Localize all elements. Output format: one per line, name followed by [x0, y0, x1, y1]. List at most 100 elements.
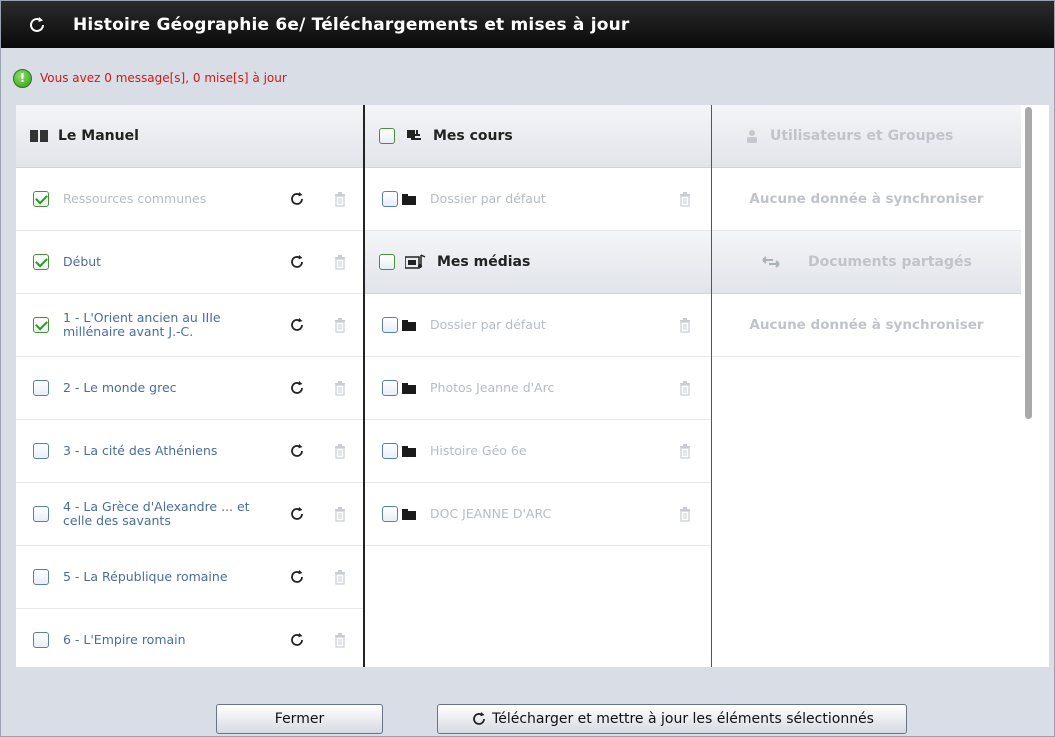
item-checkbox[interactable] [33, 191, 49, 207]
manuel-item[interactable]: 6 - L'Empire romain [16, 609, 363, 667]
manuel-title: Le Manuel [58, 128, 139, 144]
trash-icon [334, 318, 346, 333]
cours-column: Mes cours Dossier par défaut Mes médias … [365, 105, 712, 667]
medias-folder-item[interactable]: DOC JEANNE D'ARC [365, 483, 711, 546]
folder-icon [402, 193, 416, 205]
folder-label: Dossier par défaut [430, 317, 546, 332]
sync-icon[interactable] [288, 379, 306, 397]
status-bar: ! Vous avez 0 message[s], 0 mise[s] à jo… [13, 61, 1048, 95]
sync-icon[interactable] [288, 316, 306, 334]
sync-window: Histoire Géographie 6e/ Téléchargements … [0, 0, 1055, 737]
users-title: Utilisateurs et Groupes [770, 128, 954, 144]
scrollbar-thumb[interactable] [1025, 107, 1032, 419]
item-label: Ressources communes [63, 191, 207, 206]
status-message: Vous avez 0 message[s], 0 mise[s] à jour [40, 71, 287, 85]
close-button[interactable]: Fermer [216, 704, 383, 734]
trash-icon [334, 507, 346, 522]
manuel-item[interactable]: Début [16, 231, 363, 294]
trash-icon [679, 444, 691, 459]
item-label: 2 - Le monde grec [63, 380, 177, 395]
item-checkbox[interactable] [33, 380, 49, 396]
vertical-scrollbar[interactable] [1021, 105, 1035, 667]
trash-icon [334, 444, 346, 459]
close-button-label: Fermer [274, 711, 325, 727]
manuel-item[interactable]: 3 - La cité des Athéniens [16, 420, 363, 483]
sync-icon[interactable] [288, 568, 306, 586]
item-checkbox[interactable] [33, 443, 49, 459]
item-checkbox[interactable] [33, 632, 49, 648]
medias-header[interactable]: Mes médias [365, 231, 711, 294]
users-column: Utilisateurs et Groupes Aucune donnée à … [712, 105, 1035, 667]
folder-checkbox[interactable] [382, 506, 398, 522]
trash-icon [679, 192, 691, 207]
trash-icon [334, 381, 346, 396]
item-label: 5 - La République romaine [63, 569, 228, 584]
title-bar: Histoire Géographie 6e/ Téléchargements … [1, 1, 1054, 48]
item-checkbox[interactable] [33, 317, 49, 333]
trash-icon [334, 255, 346, 270]
folder-label: DOC JEANNE D'ARC [430, 506, 552, 521]
manuel-item[interactable]: 2 - Le monde grec [16, 357, 363, 420]
window-title: Histoire Géographie 6e/ Téléchargements … [73, 14, 630, 35]
trash-icon [334, 192, 346, 207]
sync-icon[interactable] [288, 190, 306, 208]
folder-icon [402, 319, 416, 331]
sync-icon [27, 15, 47, 35]
manuel-item[interactable]: 4 - La Grèce d'Alexandre ... et celle de… [16, 483, 363, 546]
folder-checkbox[interactable] [382, 317, 398, 333]
sync-icon[interactable] [288, 631, 306, 649]
users-header: Utilisateurs et Groupes [712, 105, 1035, 168]
users-empty-text: Aucune donnée à synchroniser [712, 168, 1035, 231]
medias-list: Dossier par défaut Photos Jeanne d'Arc His… [365, 294, 711, 546]
medias-folder-item[interactable]: Dossier par défaut [365, 294, 711, 357]
cours-select-all-checkbox[interactable] [379, 128, 395, 144]
item-checkbox[interactable] [33, 569, 49, 585]
folder-label: Photos Jeanne d'Arc [430, 380, 555, 395]
item-label: 1 - L'Orient ancien au IIIe millénaire a… [63, 310, 221, 339]
cours-header[interactable]: Mes cours [365, 105, 711, 168]
medias-folder-item[interactable]: Photos Jeanne d'Arc [365, 357, 711, 420]
ok-circle-icon: ! [13, 68, 32, 88]
medias-title: Mes médias [437, 254, 531, 270]
item-label: Début [63, 254, 102, 269]
medias-select-all-checkbox[interactable] [379, 254, 395, 270]
courses-icon [405, 129, 423, 143]
folder-checkbox[interactable] [382, 443, 398, 459]
folder-icon [402, 445, 416, 457]
manuel-item[interactable]: 5 - La République romaine [16, 546, 363, 609]
folder-label: Dossier par défaut [430, 191, 546, 206]
download-update-button[interactable]: Télécharger et mettre à jour les élément… [437, 704, 907, 734]
cours-title: Mes cours [433, 128, 513, 144]
book-icon [30, 129, 48, 143]
share-arrows-icon [762, 256, 780, 268]
manuel-header: Le Manuel [16, 105, 363, 168]
item-checkbox[interactable] [33, 506, 49, 522]
manuel-item[interactable]: 1 - L'Orient ancien au IIIe millénaire a… [16, 294, 363, 357]
cours-list: Dossier par défaut [365, 168, 711, 231]
manuel-item[interactable]: Ressources communes [16, 168, 363, 231]
folder-checkbox[interactable] [382, 191, 398, 207]
sync-icon[interactable] [288, 253, 306, 271]
folder-icon [402, 508, 416, 520]
cours-folder-item[interactable]: Dossier par défaut [365, 168, 711, 231]
sync-icon[interactable] [288, 442, 306, 460]
sync-icon[interactable] [288, 505, 306, 523]
manuel-list: Ressources communes Début 1 - L'Orient anc… [16, 168, 363, 667]
item-label: 4 - La Grèce d'Alexandre ... et celle de… [63, 499, 250, 528]
sync-icon [470, 710, 488, 728]
media-icon [405, 254, 427, 269]
item-checkbox[interactable] [33, 254, 49, 270]
shared-title: Documents partagés [808, 254, 972, 270]
folder-icon [402, 382, 416, 394]
download-update-label: Télécharger et mettre à jour les élément… [492, 711, 874, 727]
trash-icon [334, 570, 346, 585]
manuel-column: Le Manuel Ressources communes Début 1 - L'… [16, 105, 365, 667]
user-icon [746, 129, 760, 143]
item-label: 3 - La cité des Athéniens [63, 443, 218, 458]
panels: Le Manuel Ressources communes Début 1 - L'… [16, 105, 1049, 667]
item-label: 6 - L'Empire romain [63, 632, 186, 647]
shared-header: Documents partagés [712, 231, 1035, 294]
trash-icon [679, 507, 691, 522]
folder-checkbox[interactable] [382, 380, 398, 396]
medias-folder-item[interactable]: Histoire Géo 6e [365, 420, 711, 483]
